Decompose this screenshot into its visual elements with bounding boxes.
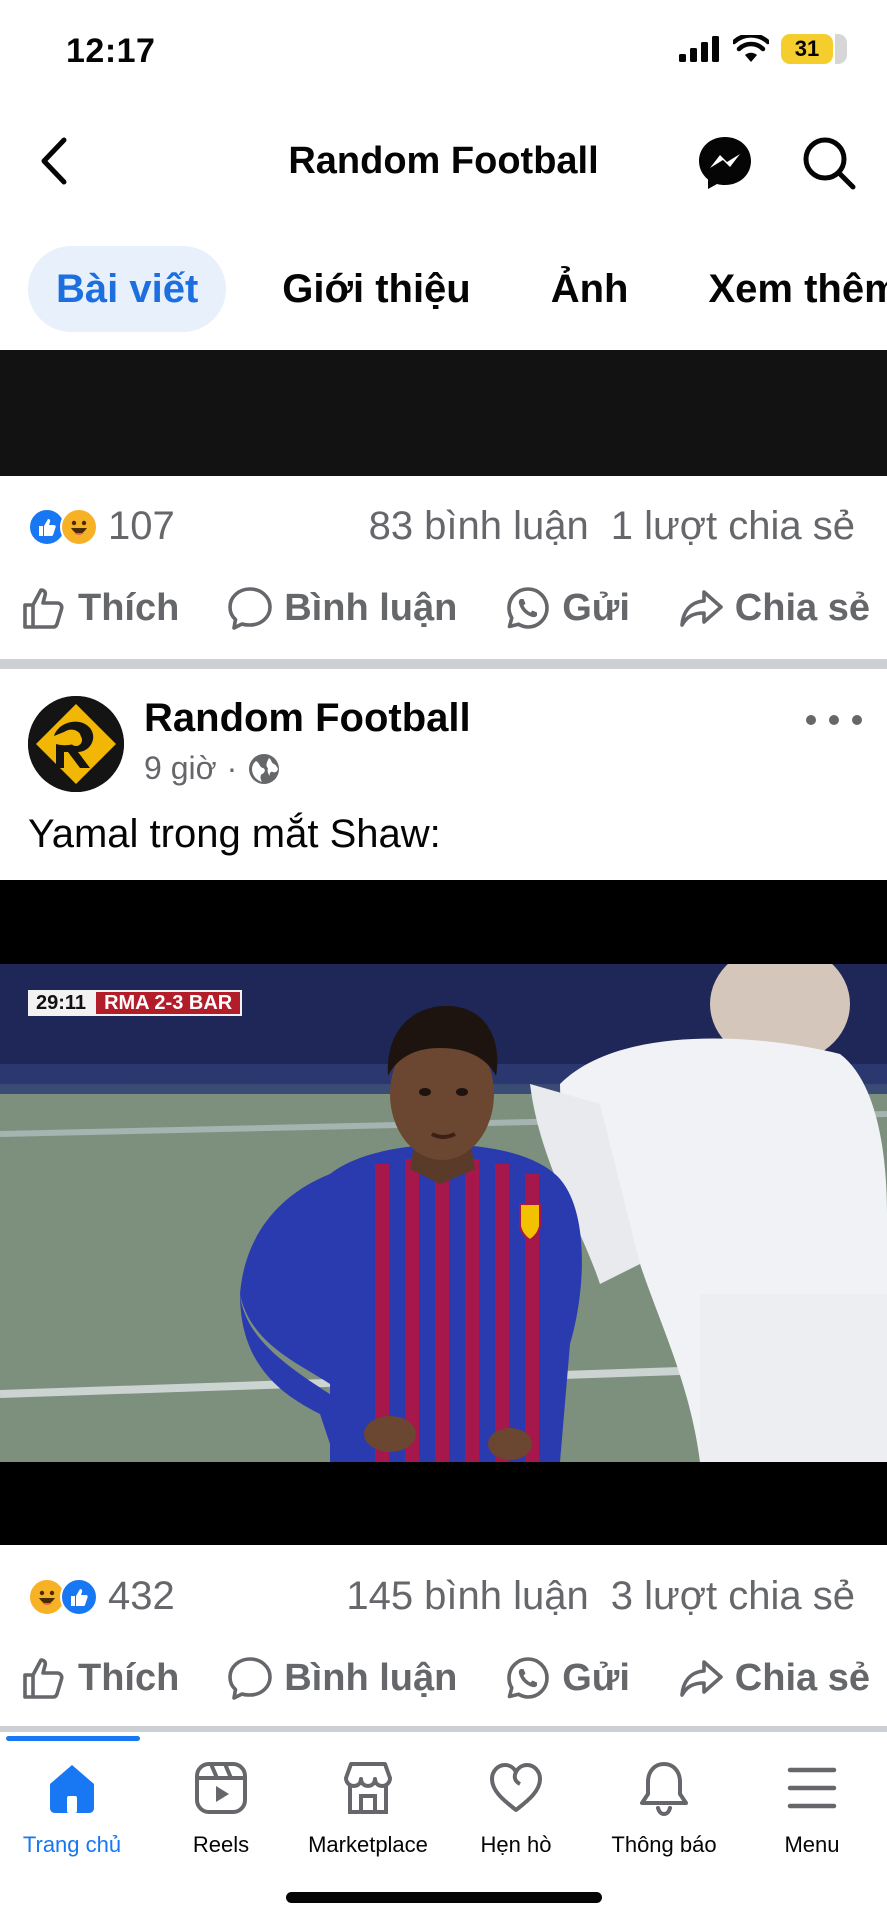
post-actions: Thích Bình luận Gửi Chia sẻ (20, 584, 870, 632)
comment-button[interactable]: Bình luận (226, 584, 457, 632)
post-author[interactable]: Random Football (144, 696, 471, 741)
chevron-left-icon (41, 137, 67, 185)
back-button[interactable] (34, 134, 74, 188)
status-time: 12:17 (66, 32, 156, 70)
whatsapp-icon (507, 587, 550, 629)
post-actions: Thích Bình luận Gửi Chia sẻ (20, 1654, 870, 1702)
post-video[interactable]: 29:11 RMA 2-3 BAR (0, 880, 887, 1545)
nav-label: Trang chủ (22, 1832, 122, 1857)
post-meta: 9 giờ · (144, 750, 281, 787)
signal-icon (679, 36, 719, 62)
more-options-button[interactable] (806, 708, 862, 732)
video-frame: 29:11 RMA 2-3 BAR (0, 964, 887, 1462)
dot (852, 715, 862, 725)
thumbs-up-icon (23, 1658, 64, 1699)
nav-label: Reels (192, 1832, 250, 1857)
like-reaction-icon (60, 1577, 98, 1616)
battery-level: 31 (781, 34, 847, 64)
send-label: Gửi (562, 586, 630, 629)
video-still (0, 964, 887, 1462)
battery-icon: 31 (781, 34, 847, 64)
tab-see-more[interactable]: Xem thêm (685, 246, 887, 332)
nav-label: Marketplace (308, 1832, 428, 1857)
reaction-summary[interactable]: 432 (28, 1574, 175, 1619)
share-icon (679, 590, 723, 627)
scoreboard: 29:11 RMA 2-3 BAR (28, 990, 243, 1016)
reaction-count: 107 (108, 504, 175, 548)
post-divider (0, 659, 887, 669)
reels-icon (195, 1762, 247, 1814)
tab-about[interactable]: Giới thiệu (258, 246, 494, 332)
reaction-count: 432 (108, 1574, 175, 1618)
nav-reels[interactable]: Reels (147, 1758, 295, 1858)
whatsapp-icon (507, 1657, 550, 1699)
globe-icon (249, 753, 280, 784)
thumbs-up-icon (23, 588, 64, 629)
comment-count[interactable]: 145 bình luận (346, 1574, 588, 1619)
comment-label: Bình luận (284, 586, 458, 629)
share-label: Chia sẻ (734, 1656, 870, 1699)
nav-marketplace[interactable]: Marketplace (294, 1758, 442, 1858)
dot (829, 715, 839, 725)
comment-icon (228, 1657, 273, 1700)
share-icon (679, 1660, 723, 1697)
like-button[interactable]: Thích (20, 1654, 179, 1702)
reaction-summary[interactable]: 107 (28, 504, 175, 549)
like-label: Thích (78, 1656, 180, 1699)
like-label: Thích (78, 586, 180, 629)
send-button[interactable]: Gửi (504, 1654, 630, 1702)
scoreboard-score: RMA 2-3 BAR (94, 990, 243, 1016)
scoreboard-time: 29:11 (28, 990, 95, 1016)
home-indicator[interactable] (286, 1892, 602, 1903)
post-stats: 145 bình luận 3 lượt chia sẻ (346, 1574, 855, 1619)
tab-posts[interactable]: Bài viết (28, 246, 227, 332)
nav-menu[interactable]: Menu (738, 1758, 886, 1858)
comment-count[interactable]: 83 bình luận (369, 504, 589, 549)
marketplace-icon (344, 1762, 392, 1814)
search-icon (803, 137, 856, 190)
share-count[interactable]: 1 lượt chia sẻ (611, 504, 855, 549)
comment-label: Bình luận (284, 1656, 458, 1699)
status-icons: 31 (679, 34, 851, 64)
bell-icon (640, 1762, 688, 1817)
tab-photos[interactable]: Ảnh (527, 246, 653, 332)
comment-button[interactable]: Bình luận (226, 1654, 457, 1702)
meta-separator: · (226, 750, 238, 786)
messenger-button[interactable] (696, 134, 754, 192)
nav-label: Menu (784, 1832, 840, 1857)
share-button[interactable]: Chia sẻ (677, 1654, 870, 1702)
dot (806, 715, 816, 725)
send-button[interactable]: Gửi (504, 584, 630, 632)
like-button[interactable]: Thích (20, 584, 179, 632)
messenger-icon (699, 137, 751, 189)
share-button[interactable]: Chia sẻ (677, 584, 870, 632)
nav-home[interactable]: Trang chủ (0, 1758, 146, 1858)
share-label: Chia sẻ (734, 586, 870, 629)
nav-label: Thông báo (611, 1832, 717, 1857)
profile-tabs: Bài viết Giới thiệu Ảnh Xem thêm (28, 246, 887, 332)
dating-icon (490, 1763, 542, 1812)
nav-dating[interactable]: Hẹn hò (442, 1758, 590, 1858)
nav-notifications[interactable]: Thông báo (590, 1758, 738, 1858)
previous-post-media[interactable] (0, 350, 887, 476)
menu-icon (787, 1767, 837, 1809)
post-time[interactable]: 9 giờ (144, 750, 217, 787)
home-icon (50, 1765, 94, 1813)
send-label: Gửi (562, 1656, 630, 1699)
post-stats: 83 bình luận 1 lượt chia sẻ (369, 504, 855, 549)
search-button[interactable] (800, 134, 858, 192)
share-count[interactable]: 3 lượt chia sẻ (611, 1574, 855, 1619)
wifi-icon (733, 35, 769, 62)
comment-icon (228, 587, 273, 630)
nav-label: Hẹn hò (480, 1832, 552, 1857)
post-text: Yamal trong mắt Shaw: (28, 812, 441, 856)
avatar[interactable] (28, 696, 124, 792)
active-tab-indicator (6, 1736, 140, 1741)
haha-reaction-icon (60, 507, 98, 546)
